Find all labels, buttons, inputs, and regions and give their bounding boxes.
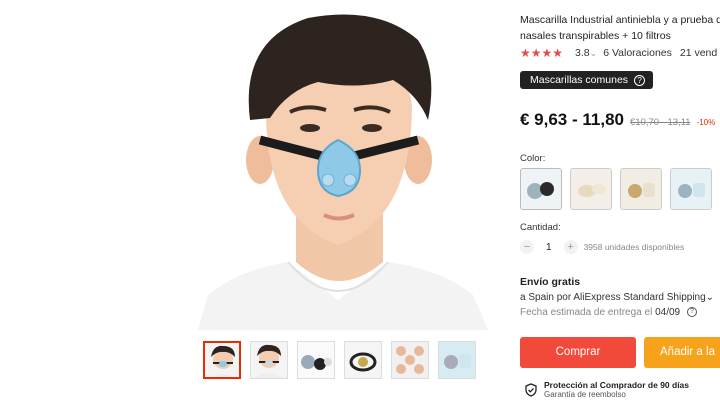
main-product-image[interactable] xyxy=(178,0,500,330)
color-swatch-1[interactable] xyxy=(520,168,562,210)
thumbnail-4[interactable] xyxy=(344,341,382,379)
color-label: Color: xyxy=(520,153,546,164)
product-title: Mascarilla Industrial antiniebla y a pru… xyxy=(520,12,720,44)
product-photo xyxy=(198,14,488,330)
decrease-button[interactable]: − xyxy=(520,240,534,254)
delivery-date: 04/09 xyxy=(655,307,681,318)
quantity-stepper: − 1 + 3958 unidades disponibles xyxy=(520,240,684,254)
protection-subtitle: Garantía de reembolso xyxy=(544,390,626,399)
quantity-input[interactable]: 1 xyxy=(546,242,552,253)
sold-count: 21 vend xyxy=(679,47,718,59)
product-title-line-2: nasales transpirables + 10 filtros xyxy=(520,30,671,42)
color-swatch-4[interactable] xyxy=(670,168,712,210)
available-units: 3958 unidades disponibles xyxy=(583,242,685,252)
color-options xyxy=(520,168,712,210)
product-info: Mascarilla Industrial antiniebla y a pru… xyxy=(520,0,720,402)
color-swatch-3[interactable] xyxy=(620,168,662,210)
reviews-link[interactable]: 6 Valoraciones xyxy=(603,47,672,59)
info-icon[interactable]: ? xyxy=(686,307,697,318)
shipping-method[interactable]: a Spain por AliExpress Standard Shipping… xyxy=(520,292,714,303)
thumbnail-1[interactable] xyxy=(203,341,241,379)
category-tag-label: Mascarillas comunes xyxy=(530,74,629,86)
chevron-down-icon: ⌄ xyxy=(589,48,598,58)
increase-button[interactable]: + xyxy=(563,240,578,254)
delivery-label: Fecha estimada de entrega el xyxy=(520,307,653,318)
protection-title: Protección al Comprador de 90 días xyxy=(544,380,690,390)
price-row: € 9,63 - 11,80 €10,70 - 13,11 -10% xyxy=(520,110,715,130)
rating-score[interactable]: 3.8⌄ xyxy=(575,47,597,59)
help-icon[interactable]: ? xyxy=(634,74,646,86)
thumbnail-6[interactable] xyxy=(438,341,476,379)
quantity-label: Cantidad: xyxy=(520,222,561,233)
thumbnail-5[interactable] xyxy=(391,341,429,379)
product-title-line-1: Mascarilla Industrial antiniebla y a pru… xyxy=(520,14,720,26)
color-swatch-2[interactable] xyxy=(570,168,612,210)
category-tag[interactable]: Mascarillas comunes ? xyxy=(520,71,654,89)
delivery-estimate: Fecha estimada de entrega el 04/09 ? xyxy=(520,307,697,318)
rating-value: 3.8 xyxy=(575,47,590,59)
buyer-protection: Protección al Comprador de 90 días Garan… xyxy=(524,380,689,399)
original-price: €10,70 - 13,11 xyxy=(629,117,691,128)
add-to-cart-button[interactable]: Añadir a la xyxy=(644,337,720,368)
thumbnail-2[interactable] xyxy=(250,341,288,379)
discount-badge: -10% xyxy=(696,118,716,127)
thumbnail-strip xyxy=(203,341,476,379)
thumbnail-3[interactable] xyxy=(297,341,335,379)
shield-check-icon xyxy=(525,383,537,397)
rating-row: ★★★★ 3.8⌄ 6 Valoraciones 21 vend xyxy=(520,46,717,60)
shipping-title: Envío gratis xyxy=(520,276,581,288)
star-rating-icon: ★★★★ xyxy=(520,46,564,60)
buy-now-button[interactable]: Comprar xyxy=(520,337,636,368)
current-price: € 9,63 - 11,80 xyxy=(520,110,624,129)
